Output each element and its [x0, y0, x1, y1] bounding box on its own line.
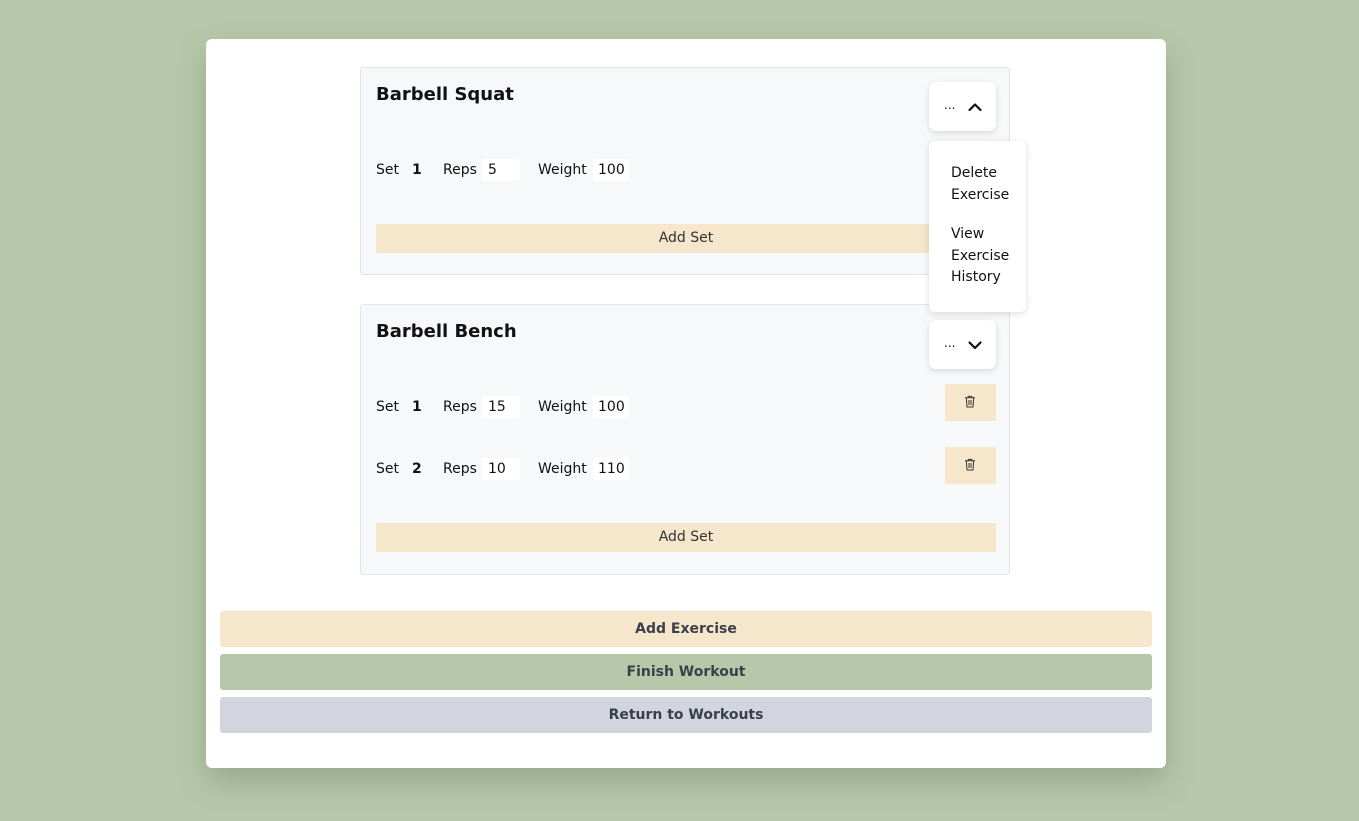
workout-panel: Barbell Squat ... Set 1 Reps 5 Weight 10…	[206, 39, 1166, 768]
chevron-down-icon	[968, 341, 982, 350]
delete-set-button[interactable]	[945, 447, 996, 484]
reps-label: Reps	[443, 461, 477, 477]
weight-value[interactable]: 100	[598, 162, 625, 178]
weight-label: Weight	[538, 461, 587, 477]
trash-icon	[965, 395, 975, 408]
weight-label: Weight	[538, 399, 587, 415]
add-set-button[interactable]: Add Set	[376, 224, 996, 253]
weight-value[interactable]: 100	[598, 399, 625, 415]
delete-set-button[interactable]	[945, 384, 996, 421]
set-label: Set	[376, 399, 399, 415]
exercise-card-squat: Barbell Squat ... Set 1 Reps 5 Weight 10…	[360, 67, 1010, 275]
set-number: 1	[412, 399, 422, 415]
trash-icon	[965, 458, 975, 471]
add-exercise-button[interactable]: Add Exercise	[220, 611, 1152, 647]
reps-label: Reps	[443, 399, 477, 415]
weight-value[interactable]: 110	[598, 461, 625, 477]
reps-value[interactable]: 15	[488, 399, 506, 415]
reps-value[interactable]: 10	[488, 461, 506, 477]
exercise-menu-button[interactable]: ...	[929, 320, 996, 369]
reps-value[interactable]: 5	[488, 162, 497, 178]
chevron-up-icon	[968, 103, 982, 112]
more-dots-icon: ...	[944, 336, 956, 350]
add-set-button[interactable]: Add Set	[376, 523, 996, 552]
set-label: Set	[376, 461, 399, 477]
view-history-menu-item[interactable]: View Exercise History	[951, 224, 1011, 289]
weight-label: Weight	[538, 162, 587, 178]
set-number: 2	[412, 461, 422, 477]
exercise-options-menu: Delete Exercise View Exercise History	[929, 141, 1026, 312]
set-label: Set	[376, 162, 399, 178]
finish-workout-button[interactable]: Finish Workout	[220, 654, 1152, 690]
more-dots-icon: ...	[944, 98, 956, 112]
return-to-workouts-button[interactable]: Return to Workouts	[220, 697, 1152, 733]
delete-exercise-menu-item[interactable]: Delete Exercise	[951, 163, 1011, 206]
exercise-title: Barbell Squat	[376, 84, 514, 105]
exercise-menu-button[interactable]: ...	[929, 82, 996, 131]
set-number: 1	[412, 162, 422, 178]
exercise-title: Barbell Bench	[376, 321, 517, 342]
exercise-card-bench: Barbell Bench ... Set 1 Reps 15 Weight 1…	[360, 304, 1010, 575]
reps-label: Reps	[443, 162, 477, 178]
